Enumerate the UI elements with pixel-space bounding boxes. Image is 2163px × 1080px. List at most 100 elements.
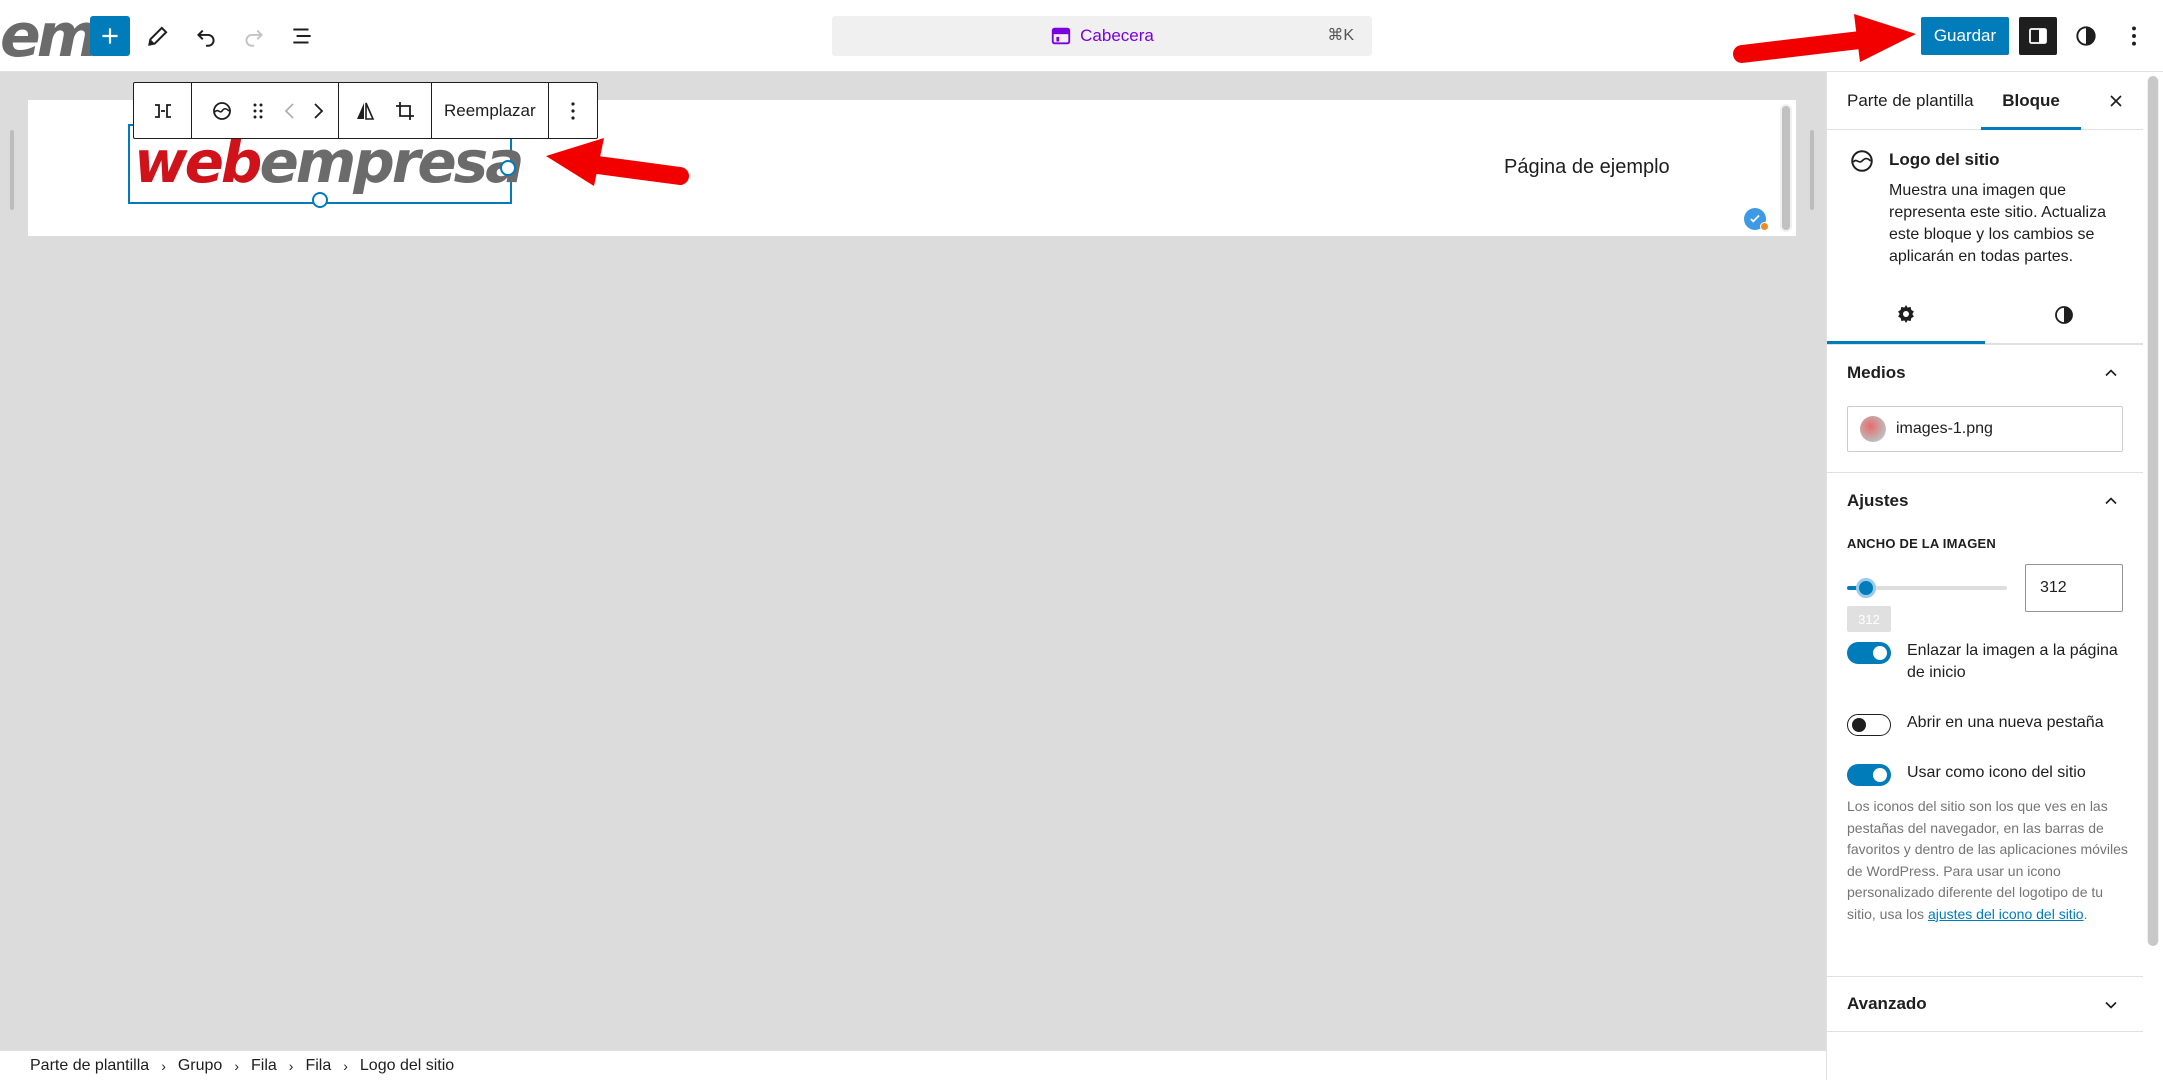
open-new-tab-row: Abrir en una nueva pestaña [1847,712,2137,736]
move-left-button[interactable] [276,83,304,139]
open-new-tab-label: Abrir en una nueva pestaña [1907,714,2104,731]
contrast-icon [2055,306,2073,324]
site-logo-icon [213,101,231,120]
settings-sidebar-toggle[interactable] [2019,17,2057,55]
block-card: Logo del sitio Muestra una imagen que re… [1827,130,2143,266]
navigation-link[interactable]: Página de ejemplo [1504,156,1670,179]
site-icon-help-text: Los iconos del sitio son los que ves en … [1847,798,2128,922]
settings-panel-toggle[interactable]: Ajustes [1827,472,2143,528]
settings-sidebar: Parte de plantilla Bloque Logo del sitio… [1826,72,2143,1080]
command-shortcut: ⌘K [1327,27,1354,44]
site-icon-label: Usar como icono del sitio [1907,764,2086,781]
toggle-knob [1873,768,1887,782]
document-title[interactable]: Cabecera [832,16,1372,56]
document-overview-button[interactable] [282,16,322,56]
resize-handle-bottom[interactable] [312,192,328,208]
resize-handle-right[interactable] [500,160,516,176]
breadcrumb-item[interactable]: Parte de plantilla [30,1057,149,1075]
block-title: Logo del sitio [1889,150,2000,169]
site-icon-help: Los iconos del sitio son los que ves en … [1847,796,2129,926]
options-menu-button[interactable] [2114,16,2154,56]
toggle-knob [1852,718,1866,732]
frame-scrollbar[interactable] [1780,104,1792,232]
open-new-tab-toggle[interactable] [1847,714,1891,736]
select-parent-button[interactable] [141,83,185,139]
tab-settings[interactable] [1827,286,1985,344]
media-file-name: images-1.png [1896,420,1993,437]
breadcrumb-item-current: Logo del sitio [359,1056,455,1074]
image-width-input[interactable]: 312 [2025,564,2123,612]
undo-icon [197,29,215,47]
template-part-icon [1051,27,1071,45]
sidebar-icon [2029,28,2047,44]
chevron-left-icon [284,102,294,119]
annotation-arrow-logo [546,138,689,186]
chevron-right-icon: › [343,1057,348,1074]
save-button[interactable]: Guardar [1921,17,2009,55]
chevron-right-icon: › [288,1057,294,1074]
drag-icon [253,103,263,118]
block-type-button[interactable] [204,83,240,139]
breadcrumb-item[interactable]: Fila [305,1057,331,1075]
redo-button[interactable] [234,16,274,56]
chevron-up-icon [2105,497,2117,505]
settings-panel-title: Ajustes [1847,490,1909,510]
sidebar-scrollbar[interactable] [2147,76,2159,946]
document-title-text: Cabecera [1080,26,1154,45]
link-to-home-label: Enlazar la imagen a la página de inicio [1907,642,2118,681]
replace-button[interactable]: Reemplazar [438,83,542,139]
block-switcher-group [198,83,339,138]
block-inserter-button[interactable] [90,16,130,56]
document-bar[interactable]: Cabecera ⌘K [832,16,1372,56]
tab-block[interactable]: Bloque [1981,72,2081,130]
block-options-button[interactable] [551,83,595,139]
site-icon-settings-link[interactable]: ajustes del icono del sitio [1928,906,2084,922]
image-tools-group [339,83,432,138]
crop-button[interactable] [385,83,425,139]
crop-icon [396,101,414,120]
image-width-slider-thumb[interactable] [1856,578,1877,598]
chevron-right-icon [314,102,324,119]
breadcrumb-item[interactable]: Grupo [178,1057,222,1075]
site-logo-button[interactable]: em [0,6,99,66]
redo-icon [245,29,263,47]
move-right-button[interactable] [304,83,332,139]
link-to-home-row: Enlazar la imagen a la página de inicio [1847,640,2137,684]
chevron-up-icon [2105,369,2117,377]
drag-handle[interactable] [240,83,276,139]
inspector-tabs [1827,286,2143,344]
flip-button[interactable] [345,83,385,139]
frame-scrollbar-thumb[interactable] [1782,106,1790,230]
undo-button[interactable] [186,16,226,56]
canvas-resize-handle-left[interactable] [10,130,14,210]
canvas-resize-handle-right[interactable] [1810,130,1814,210]
plus-icon [102,28,118,44]
gear-icon [1898,304,1914,323]
tab-styles[interactable] [1985,286,2143,344]
advanced-panel-toggle[interactable]: Avanzado [1827,976,2143,1032]
chevron-right-icon: › [234,1057,239,1074]
block-options-group [549,83,597,138]
close-icon [2110,95,2122,107]
replace-group: Reemplazar [432,83,549,138]
sidebar-scrollbar-thumb[interactable] [2148,76,2158,946]
media-panel-toggle[interactable]: Medios [1827,344,2143,400]
image-width-label: ANCHO DE LA IMAGEN [1847,536,1997,551]
media-replace-field[interactable]: images-1.png [1847,406,2123,452]
site-icon-row: Usar como icono del sitio [1847,762,2137,786]
styles-button[interactable] [2066,16,2106,56]
sidebar-tabs: Parte de plantilla Bloque [1827,72,2143,130]
close-sidebar-button[interactable] [2101,86,2131,116]
breadcrumb-item[interactable]: Fila [251,1057,277,1075]
row-icon [154,103,171,118]
more-vertical-icon [2132,26,2136,46]
more-vertical-icon [571,101,575,120]
site-icon-help-end: . [2083,905,2088,922]
tab-template-part[interactable]: Parte de plantilla [1847,72,1974,130]
parent-selector-group [134,83,192,138]
tools-button[interactable] [138,16,178,56]
site-logo-icon [1851,150,1873,172]
link-to-home-toggle[interactable] [1847,642,1891,664]
site-icon-toggle[interactable] [1847,764,1891,786]
annotation-arrow-save [1733,14,1916,63]
